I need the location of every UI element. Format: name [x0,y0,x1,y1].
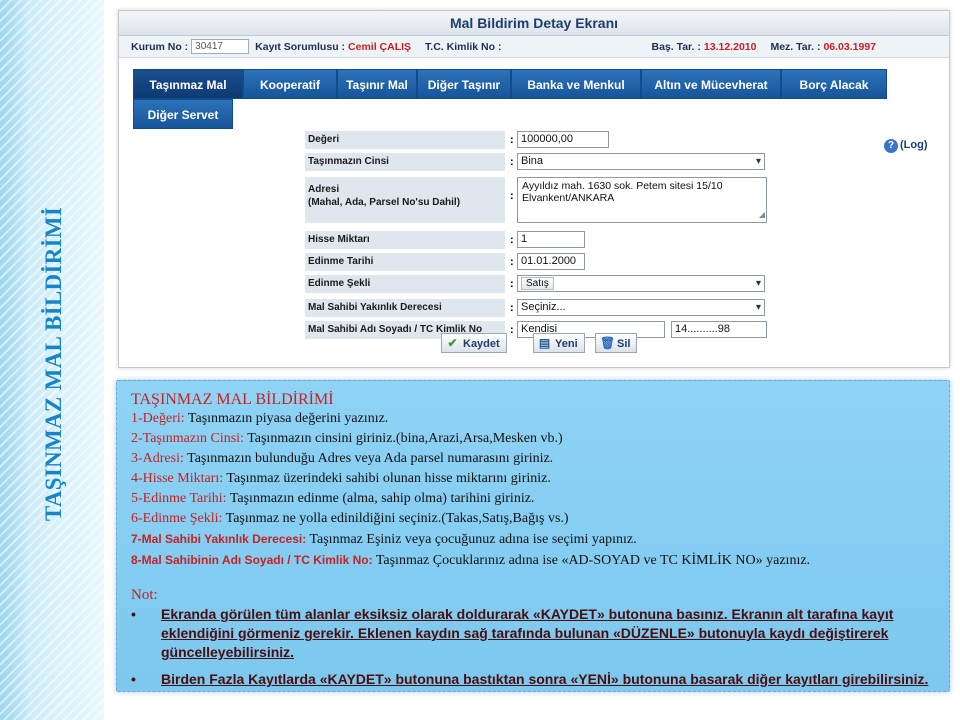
edinme-sekli-label: Edinme Şekli [305,275,505,293]
new-document-icon: ▤ [538,336,551,350]
check-icon: ✔ [447,336,458,350]
mal-sahibi-tc-input[interactable]: 14..........98 [671,321,767,338]
instruction-item: 8-Mal Sahibinin Adı Soyadı / TC Kimlik N… [131,553,811,568]
header-info-bar: Kurum No : 30417 Kayıt Sorumlusu : Cemil… [119,36,949,58]
instruction-item: 1-Değeri: Taşınmazın piyasa değerini yaz… [131,411,389,426]
instruction-item: 5-Edinme Tarihi: Taşınmazın edinme (alma… [131,491,535,506]
cinsi-select[interactable]: Bina [517,153,765,170]
instruction-item: 7-Mal Sahibi Yakınlık Derecesi: Taşınmaz… [131,532,637,547]
yakinlik-select[interactable]: Seçiniz... [517,299,765,316]
row-cinsi: Taşınmazın Cinsi : Bina [305,153,765,171]
row-adres: Adresi (Mahal, Ada, Parsel No'su Dahil) :… [305,177,767,225]
cinsi-label: Taşınmazın Cinsi [305,153,505,171]
mez-value: 06.03.1997 [823,40,877,53]
adres-textarea[interactable]: Ayyıldız mah. 1630 sok. Petem sitesi 15/… [517,177,767,223]
edinme-tarihi-input[interactable]: 01.01.2000 [517,253,585,270]
tab-tasinmaz-mal[interactable]: Taşınmaz Mal [133,69,243,99]
sil-button[interactable]: 🗑 Sil [595,333,638,353]
instruction-item: 2-Taşınmazın Cinsi: Taşınmazın cinsini g… [131,431,563,446]
trash-icon: 🗑 [600,336,616,350]
tab-altin-ve-mucevherat[interactable]: Altın ve Mücevherat [641,69,781,99]
bas-value: 13.12.2010 [703,40,757,53]
hisse-label: Hisse Miktarı [305,231,505,249]
hisse-input[interactable]: 1 [517,231,585,248]
row-edinme-sekli: Edinme Şekli : Satış [305,275,765,293]
screen-title: Mal Bildirim Detay Ekranı [119,11,949,36]
help-icon: ? [884,139,898,153]
bas-label: Baş. Tar. : [651,40,701,53]
row-degeri: Değeri : 100000,00 [305,131,765,149]
note-bullet: Ekranda görülen tüm alanlar eksiksiz ola… [131,605,931,662]
row-hisse: Hisse Miktarı : 1 [305,231,765,249]
instruction-item: 4-Hisse Miktarı: Taşınmaz üzerindeki sah… [131,471,551,486]
yeni-button[interactable]: ▤ Yeni [533,333,585,353]
degeri-input[interactable]: 100000,00 [517,131,609,148]
degeri-label: Değeri [305,131,505,149]
instruction-item: 3-Adresi: Taşınmazın bulunduğu Adres vey… [131,451,554,466]
tab-borc-alacak[interactable]: Borç Alacak [781,69,887,99]
adres-label: Adresi (Mahal, Ada, Parsel No'su Dahil) [305,177,505,223]
kayit-label: Kayıt Sorumlusu : [255,40,346,53]
kayit-name: Cemil ÇALIŞ [348,40,412,53]
tc-label: T.C. Kimlik No : [425,40,502,53]
tab-diger-servet[interactable]: Diğer Servet [133,99,233,129]
tab-diger-tasinir[interactable]: Diğer Taşınır [417,69,511,99]
row-yakinlik: Mal Sahibi Yakınlık Derecesi : Seçiniz..… [305,299,765,317]
form-screenshot: Mal Bildirim Detay Ekranı Kurum No : 304… [118,10,950,368]
panel-heading: TAŞINMAZ MAL BİLDİRİMİ [131,391,334,408]
kaydet-button[interactable]: ✔ Kaydet [441,333,507,353]
resize-grip-icon[interactable]: ◢ [759,209,765,221]
tab-kooperatif[interactable]: Kooperatif [243,69,337,99]
kurum-field[interactable]: 30417 [191,39,250,54]
kurum-label: Kurum No : [131,40,189,53]
adres-hint: (Mahal, Ada, Parsel No'su Dahil) [308,197,461,208]
tab-banka-ve-menkul[interactable]: Banka ve Menkul [511,69,641,99]
edinme-sekli-select[interactable]: Satış [517,275,765,292]
row-edinme-tarihi: Edinme Tarihi : 01.01.2000 [305,253,765,271]
tab-tasinir-mal[interactable]: Taşınır Mal [337,69,417,99]
note-bullet: Birden Fazla Kayıtlarda «KAYDET» butonun… [131,670,931,689]
instructions-panel: TAŞINMAZ MAL BİLDİRİMİ 1-Değeri: Taşınma… [116,380,950,692]
mez-label: Mez. Tar. : [770,40,821,53]
edinme-tarihi-label: Edinme Tarihi [305,253,505,271]
slide-title: TAŞINMAZ MAL BİLDİRİMİ [41,206,66,522]
help-log-link[interactable]: ? (Log) [884,139,927,153]
instruction-item: 6-Edinme Şekli: Taşınmaz ne yolla edinil… [131,511,569,526]
note-label: Not: [131,587,158,603]
yakinlik-label: Mal Sahibi Yakınlık Derecesi [305,299,505,317]
